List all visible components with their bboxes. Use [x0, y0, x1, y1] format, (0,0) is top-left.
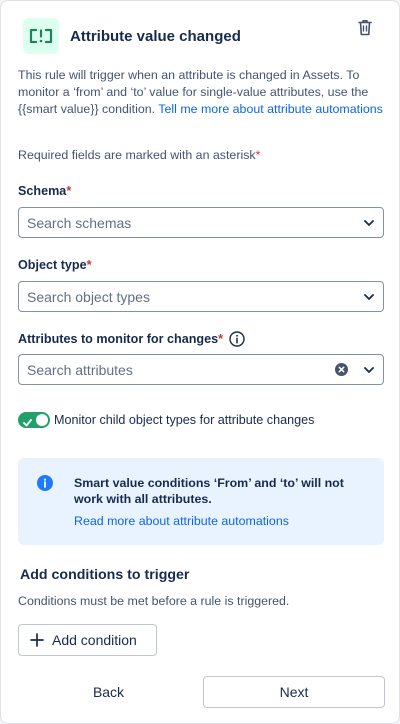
attribute-trigger-icon [23, 18, 59, 54]
schema-label: Schema * [18, 184, 71, 198]
object-type-required-asterisk: * [86, 258, 92, 272]
chevron-down-icon[interactable] [355, 283, 383, 311]
schema-label-text: Schema [18, 184, 67, 198]
attributes-label: Attributes to monitor for changes * [18, 331, 245, 347]
clear-icon[interactable] [331, 356, 351, 384]
required-fields-note: Required fields are marked with an aster… [18, 148, 260, 162]
object-type-label-text: Object type [18, 258, 87, 272]
check-icon [23, 415, 32, 433]
attributes-label-text: Attributes to monitor for changes [18, 332, 219, 346]
object-type-label: Object type * [18, 258, 92, 272]
trigger-config-panel: Attribute value changed This rule will t… [0, 0, 400, 724]
monitor-child-toggle-label: Monitor child object types for attribute… [54, 413, 315, 427]
monitor-child-toggle[interactable] [18, 412, 50, 428]
conditions-section-description: Conditions must be met before a rule is … [18, 594, 290, 608]
schema-required-asterisk: * [66, 184, 72, 198]
info-icon[interactable] [229, 331, 245, 347]
schema-search-input[interactable] [27, 208, 355, 237]
info-circle-icon [37, 475, 53, 496]
chevron-down-icon[interactable] [355, 356, 383, 384]
info-message-text: Smart value conditions ‘From’ and ‘to’ w… [74, 476, 344, 506]
attributes-select[interactable] [18, 354, 384, 385]
object-type-search-input[interactable] [27, 282, 355, 311]
plus-icon [30, 633, 44, 647]
attribute-automation-read-more-link[interactable]: Read more about attribute automations [74, 514, 289, 528]
attributes-required-asterisk: * [218, 332, 224, 346]
add-condition-button[interactable]: Add condition [18, 624, 157, 656]
smart-value-info-message: Smart value conditions ‘From’ and ‘to’ w… [18, 458, 384, 545]
toggle-knob [36, 414, 48, 426]
required-asterisk: * [255, 148, 261, 162]
schema-select[interactable] [18, 207, 384, 238]
back-button[interactable]: Back [18, 676, 199, 708]
required-note-text: Required fields are marked with an aster… [18, 148, 256, 162]
monitor-child-toggle-row: Monitor child object types for attribute… [18, 412, 314, 428]
panel-title: Attribute value changed [70, 27, 241, 45]
object-type-select[interactable] [18, 281, 384, 312]
chevron-down-icon[interactable] [355, 209, 383, 237]
trash-icon[interactable] [355, 16, 375, 38]
rule-description: This rule will trigger when an attribute… [18, 67, 390, 118]
attribute-automation-help-link[interactable]: Tell me more about attribute automations [158, 102, 383, 116]
attributes-search-input[interactable] [27, 355, 331, 384]
next-button[interactable]: Next [203, 676, 385, 708]
panel-header: Attribute value changed [23, 18, 385, 54]
add-condition-label: Add condition [52, 632, 137, 648]
conditions-section-title: Add conditions to trigger [20, 567, 190, 583]
